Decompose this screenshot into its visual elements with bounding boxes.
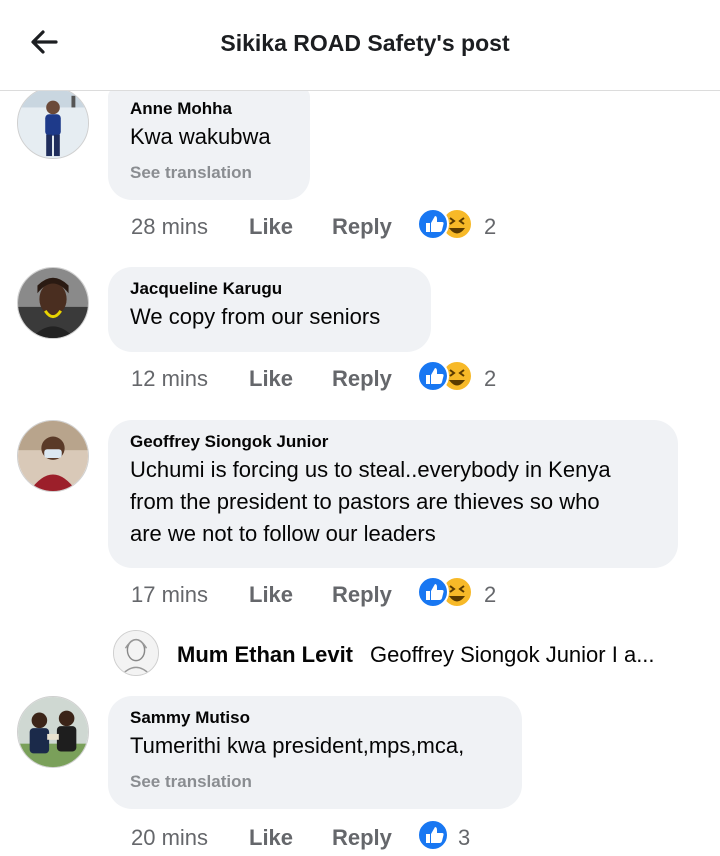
reply-preview[interactable]: Mum Ethan Levit Geoffrey Siongok Junior … bbox=[0, 630, 720, 680]
reaction-count[interactable]: 3 bbox=[458, 825, 470, 851]
like-button[interactable]: Like bbox=[249, 825, 293, 851]
like-icon bbox=[417, 360, 449, 392]
comment-time: 28 mins bbox=[131, 214, 209, 239]
comment-text-line: from the president to pastors are thieve… bbox=[130, 489, 600, 514]
avatar[interactable] bbox=[17, 696, 89, 768]
comment-text-line: are we not to follow our leaders bbox=[130, 521, 436, 546]
comment-text: Kwa wakubwa bbox=[130, 124, 271, 149]
reaction-count[interactable]: 2 bbox=[484, 582, 496, 608]
comment-author[interactable]: Sammy Mutiso bbox=[130, 708, 500, 728]
page-title: Sikika ROAD Safety's post bbox=[220, 30, 510, 56]
reaction-count[interactable]: 2 bbox=[484, 366, 496, 392]
reply-text: Geoffrey Siongok Junior I a... bbox=[370, 642, 655, 667]
reaction-count[interactable]: 2 bbox=[484, 214, 496, 240]
comment-time: 12 mins bbox=[131, 366, 209, 391]
reply-button[interactable]: Reply bbox=[332, 825, 392, 851]
comment-author[interactable]: Anne Mohha bbox=[130, 99, 288, 119]
like-button[interactable]: Like bbox=[249, 366, 293, 392]
like-icon bbox=[417, 576, 449, 608]
top-bar: Sikika ROAD Safety's post bbox=[0, 0, 720, 91]
comment-bubble[interactable]: Jacqueline Karugu We copy from our senio… bbox=[108, 267, 431, 352]
see-translation-link[interactable]: See translation bbox=[130, 772, 500, 792]
like-icon bbox=[417, 208, 449, 240]
comment-bubble[interactable]: Sammy Mutiso Tumerithi kwa president,mps… bbox=[108, 696, 522, 809]
comment-time: 17 mins bbox=[131, 582, 209, 607]
like-icon bbox=[417, 819, 449, 851]
comment-author[interactable]: Jacqueline Karugu bbox=[130, 279, 409, 299]
comment-time: 20 mins bbox=[131, 825, 209, 850]
avatar[interactable] bbox=[113, 630, 159, 676]
comment-text-line: Uchumi is forcing us to steal..everybody… bbox=[130, 457, 611, 482]
reply-button[interactable]: Reply bbox=[332, 214, 392, 240]
comment-author[interactable]: Geoffrey Siongok Junior bbox=[130, 432, 656, 452]
reply-button[interactable]: Reply bbox=[332, 366, 392, 392]
comment-bubble[interactable]: Geoffrey Siongok Junior Uchumi is forcin… bbox=[108, 420, 678, 568]
avatar[interactable] bbox=[17, 420, 89, 492]
comment-text: We copy from our seniors bbox=[130, 304, 381, 329]
avatar[interactable] bbox=[17, 267, 89, 339]
like-button[interactable]: Like bbox=[249, 214, 293, 240]
comment-bubble[interactable]: Anne Mohha Kwa wakubwa See translation bbox=[108, 87, 310, 200]
avatar[interactable] bbox=[17, 87, 89, 159]
reply-button[interactable]: Reply bbox=[332, 582, 392, 608]
like-button[interactable]: Like bbox=[249, 582, 293, 608]
comment-text: Tumerithi kwa president,mps,mca, bbox=[130, 733, 465, 758]
reply-author[interactable]: Mum Ethan Levit bbox=[177, 642, 353, 668]
see-translation-link[interactable]: See translation bbox=[130, 163, 288, 183]
